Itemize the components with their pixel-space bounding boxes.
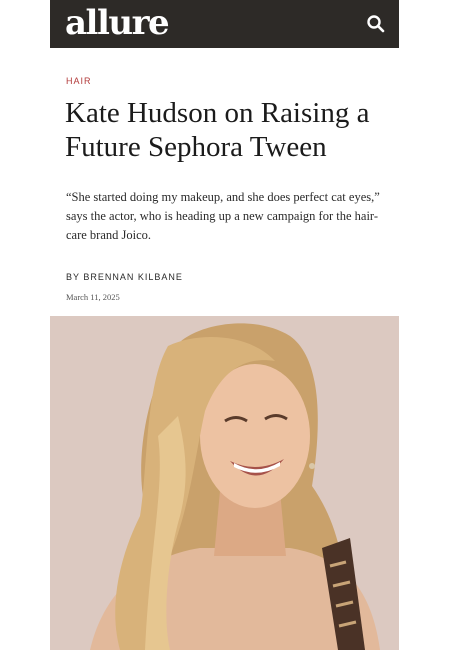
publish-date: March 11, 2025 [66, 292, 120, 302]
search-icon [367, 15, 385, 33]
article-title: Kate Hudson on Raising a Future Sephora … [65, 97, 370, 163]
site-logo[interactable]: allure [65, 3, 170, 43]
author-link[interactable]: BRENNAN KILBANE [83, 272, 183, 282]
article-column: allure HAIR Kate Hudson on Raising a Fut… [50, 0, 399, 650]
category-link[interactable]: HAIR [66, 76, 92, 86]
article-dek: “She started doing my makeup, and she do… [66, 190, 380, 242]
byline: BY BRENNAN KILBANE [66, 272, 183, 282]
site-header: allure [50, 0, 399, 48]
search-button[interactable] [365, 13, 387, 35]
hero-image [50, 316, 399, 650]
portrait-illustration [50, 316, 399, 650]
byline-prefix: BY [66, 272, 80, 282]
page: allure HAIR Kate Hudson on Raising a Fut… [0, 0, 450, 650]
